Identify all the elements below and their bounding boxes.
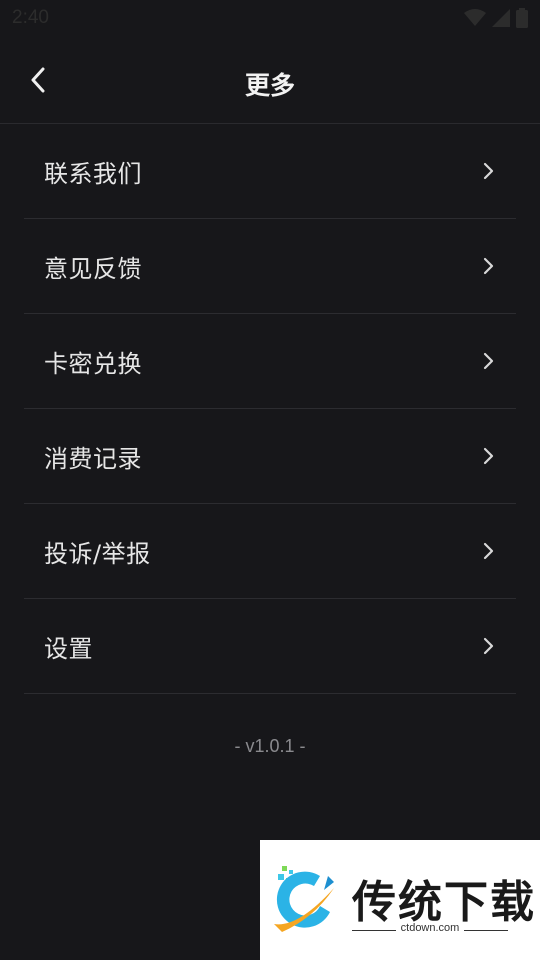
- wifi-icon: [464, 9, 486, 27]
- status-bar: 2:40: [0, 0, 540, 36]
- menu-item-label: 消费记录: [44, 444, 142, 473]
- watermark-domain: ctdown.com: [400, 922, 460, 934]
- menu-item-report[interactable]: 投诉/举报: [24, 504, 516, 599]
- menu-item-settings[interactable]: 设置: [24, 599, 516, 694]
- menu-item-label: 意见反馈: [44, 254, 142, 283]
- menu-item-label: 设置: [44, 634, 93, 663]
- status-time: 2:40: [12, 7, 49, 28]
- watermark-divider: [464, 930, 508, 931]
- watermark: 传统下载 ctdown.com: [260, 840, 540, 960]
- header: 更多: [0, 36, 540, 124]
- menu-item-label: 投诉/举报: [44, 539, 151, 568]
- page-title: 更多: [244, 71, 295, 100]
- menu-list: 联系我们 意见反馈 卡密兑换 消费记录 投诉/举报 设置: [24, 124, 516, 694]
- chevron-right-icon: [482, 257, 496, 275]
- chevron-right-icon: [482, 637, 496, 655]
- menu-item-purchase-history[interactable]: 消费记录: [24, 409, 516, 504]
- chevron-right-icon: [482, 352, 496, 370]
- menu-item-card-redeem[interactable]: 卡密兑换: [24, 314, 516, 409]
- watermark-logo-icon: [268, 862, 344, 938]
- menu-item-feedback[interactable]: 意见反馈: [24, 219, 516, 314]
- signal-icon: [492, 9, 510, 27]
- version-label: - v1.0.1 -: [234, 736, 306, 756]
- chevron-right-icon: [482, 447, 496, 465]
- menu-item-label: 卡密兑换: [44, 349, 142, 378]
- chevron-right-icon: [482, 542, 496, 560]
- menu-item-label: 联系我们: [44, 159, 142, 188]
- watermark-name: 传统下载: [352, 877, 536, 928]
- chevron-right-icon: [482, 162, 496, 180]
- battery-icon: [516, 8, 528, 28]
- menu-item-contact-us[interactable]: 联系我们: [24, 124, 516, 219]
- status-icons: [464, 8, 528, 28]
- watermark-divider: [352, 930, 396, 931]
